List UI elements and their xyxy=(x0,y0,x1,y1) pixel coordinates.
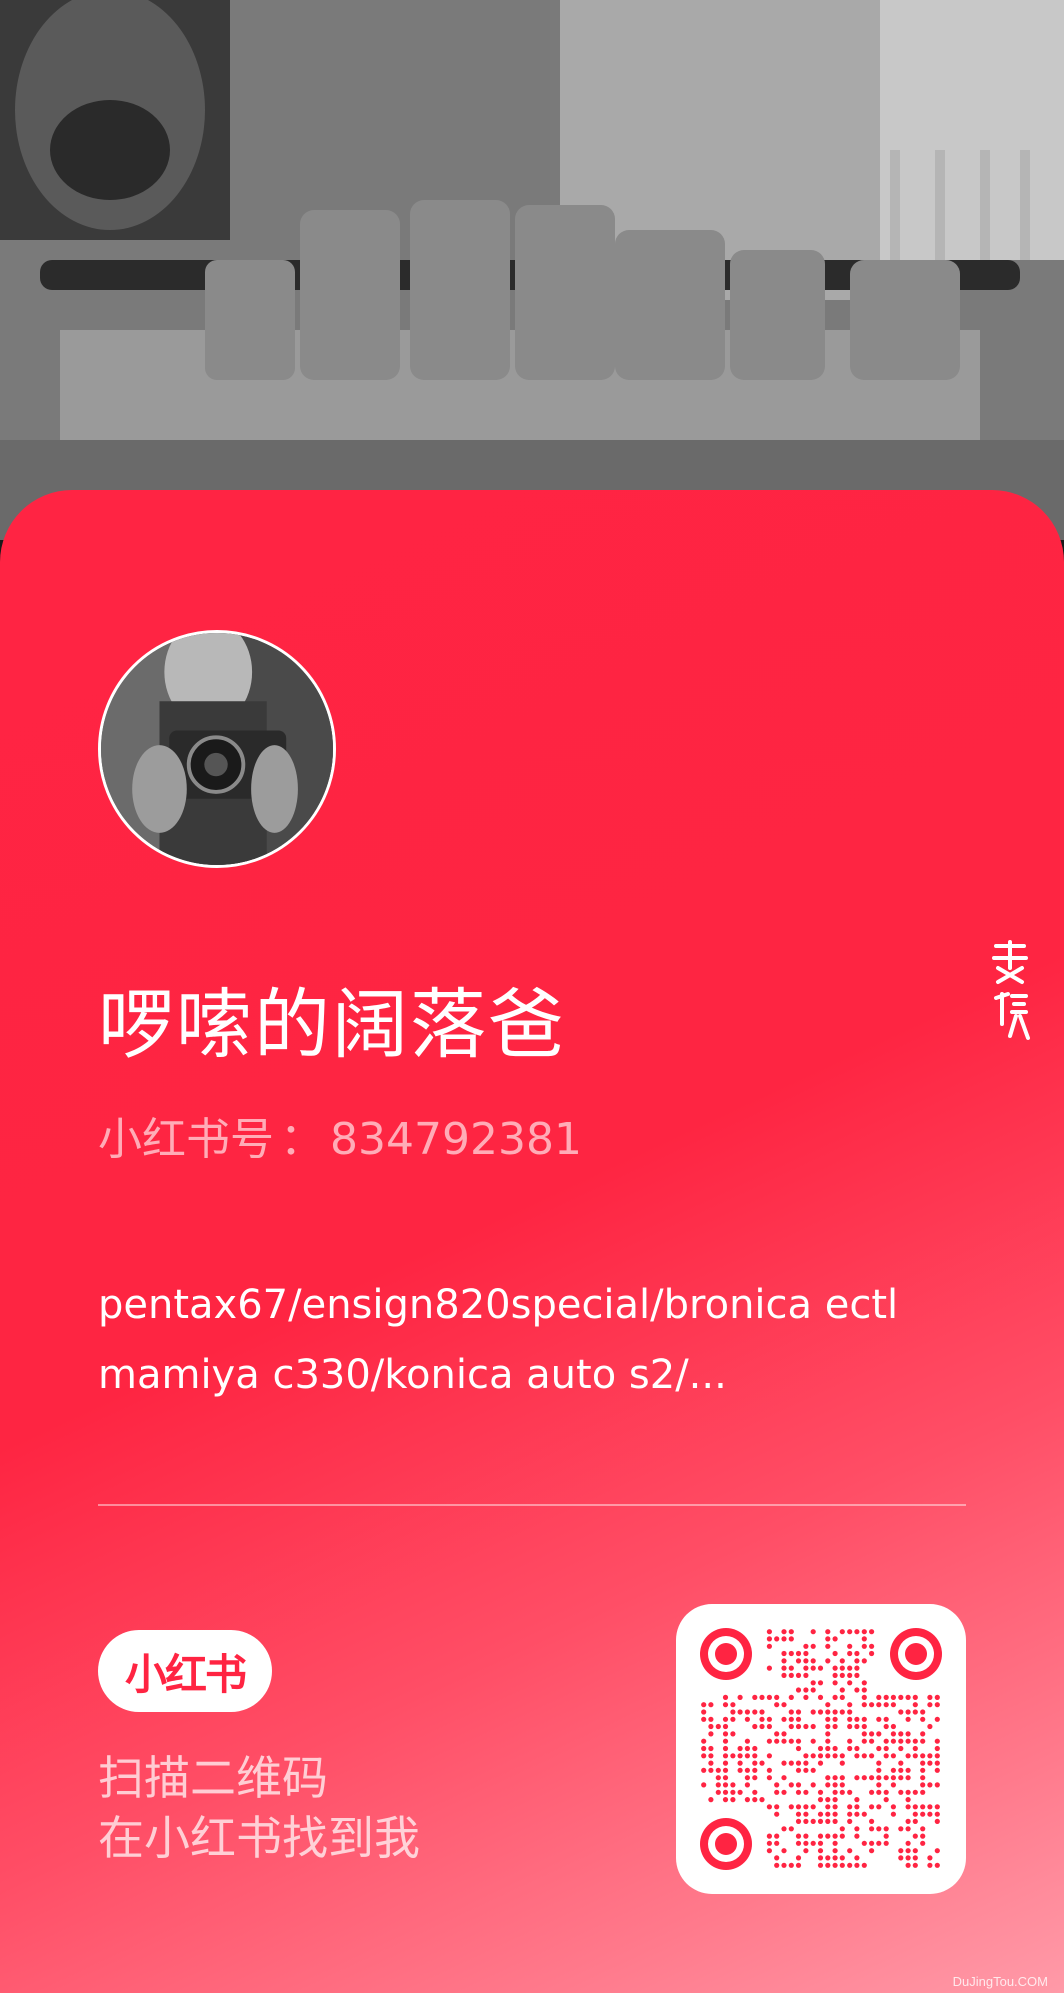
brand-logo: 小红书 xyxy=(98,1630,272,1712)
divider xyxy=(98,1504,966,1506)
scan-hint-line: 在小红书找到我 xyxy=(98,1811,420,1865)
qr-finder-pattern xyxy=(700,1818,752,1870)
avatar-photo xyxy=(101,633,333,865)
scan-hint: 扫描二维码 在小红书找到我 xyxy=(98,1748,518,1868)
red-id-label: 小红书号 xyxy=(98,1114,274,1165)
cover-photo xyxy=(0,0,1064,540)
red-id: 小红书号： 834792381 xyxy=(98,1112,582,1168)
scan-hint-line: 扫描二维码 xyxy=(98,1751,328,1805)
red-id-value: 834792381 xyxy=(330,1114,582,1165)
signature-seal-icon xyxy=(988,938,1032,1046)
red-id-separator: ： xyxy=(280,1114,324,1165)
bio-line: pentax67/ensign820special/bronica ectl xyxy=(98,1282,899,1328)
brand-logo-text: 小红书 xyxy=(124,1649,247,1699)
qr-finder-pattern xyxy=(890,1628,942,1680)
nickname: 啰嗦的阔落爸 xyxy=(98,980,566,1069)
qr-finder-pattern xyxy=(700,1628,752,1680)
cover-photo-illustration xyxy=(0,0,1064,540)
bio-line: mamiya c330/konica auto s2/... xyxy=(98,1352,727,1398)
watermark: DuJingTou.COM xyxy=(952,1974,1048,1989)
bio: pentax67/ensign820special/bronica ectl m… xyxy=(98,1270,978,1410)
qr-code-icon xyxy=(700,1628,942,1870)
qr-code[interactable] xyxy=(676,1604,966,1894)
avatar[interactable] xyxy=(98,630,336,868)
